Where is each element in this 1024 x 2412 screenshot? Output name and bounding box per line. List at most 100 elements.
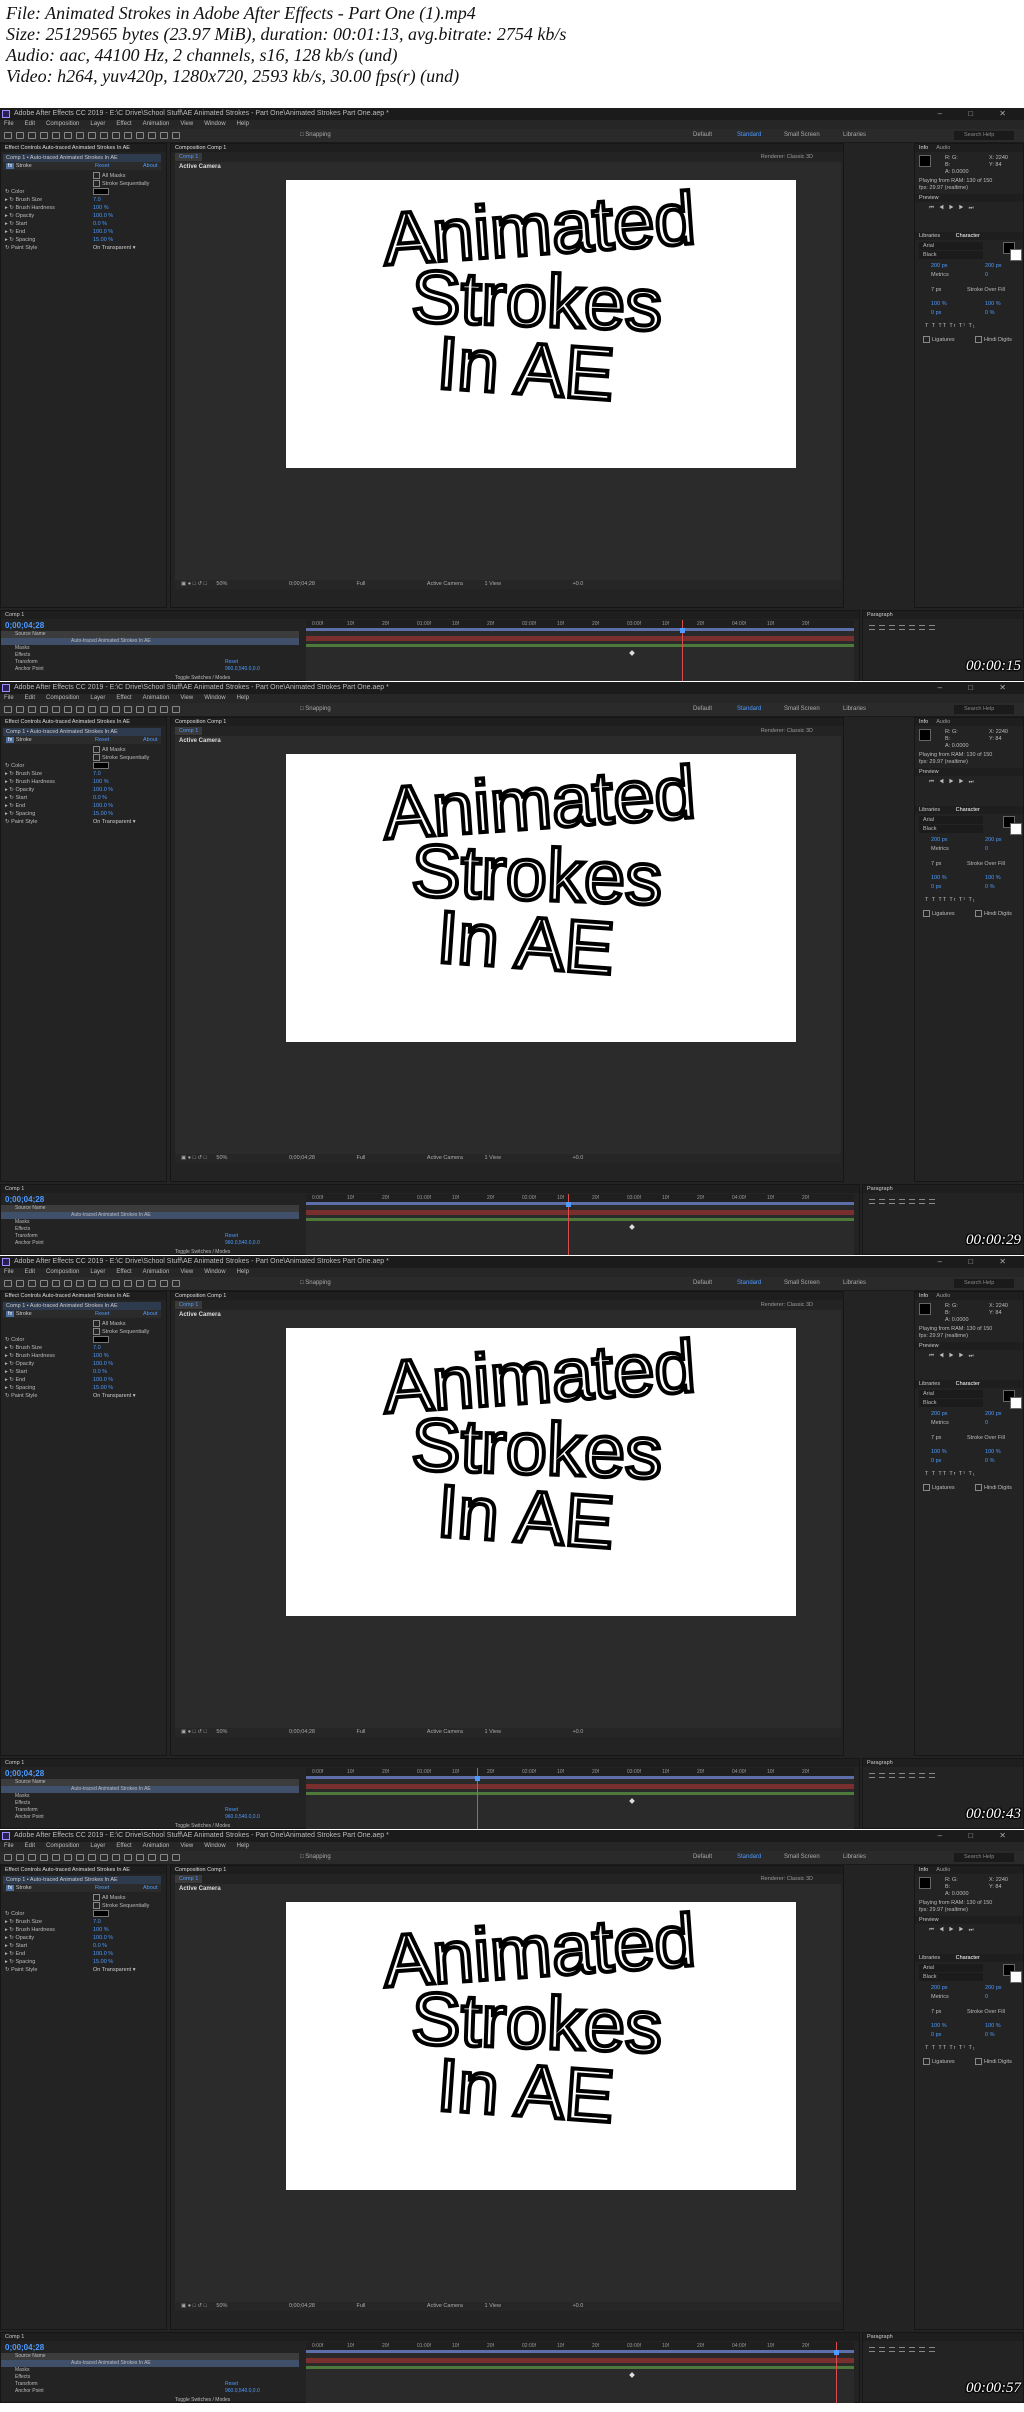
- playhead-handle-icon[interactable]: [566, 1202, 571, 1207]
- workspace-libraries[interactable]: Libraries: [843, 132, 866, 138]
- effect-reset-link[interactable]: Reset: [95, 1884, 109, 1892]
- align-right-icon[interactable]: [889, 2347, 895, 2352]
- menu-animation[interactable]: Animation: [143, 121, 170, 127]
- roto-tool-icon[interactable]: [160, 1280, 168, 1287]
- preview-controls[interactable]: ⏮◀▶▶⏭: [925, 1926, 1023, 1934]
- view-count-dropdown[interactable]: 1 View: [485, 1155, 501, 1161]
- clone-tool-icon[interactable]: [136, 706, 144, 713]
- align-left-icon[interactable]: [869, 2347, 875, 2352]
- timeline-tab[interactable]: Comp 1: [1, 611, 859, 619]
- effect-controls-tab[interactable]: Effect Controls Auto-traced Animated Str…: [1, 1292, 166, 1300]
- prop-value[interactable]: Reset: [225, 2381, 238, 2388]
- renderer-value[interactable]: Classic 3D: [787, 728, 813, 734]
- paint-style-dropdown[interactable]: On Transparent ▾: [93, 1966, 136, 1974]
- hand-tool-icon[interactable]: [28, 1280, 36, 1287]
- workspace-small-screen[interactable]: Small Screen: [784, 1854, 820, 1860]
- workspace-standard[interactable]: Standard: [737, 1280, 761, 1286]
- horz-scale-value[interactable]: 100 %: [981, 874, 1023, 882]
- align-center-icon[interactable]: [879, 1773, 885, 1778]
- align-right-icon[interactable]: [889, 1773, 895, 1778]
- font-style-dropdown[interactable]: Black: [919, 1399, 983, 1407]
- type-tool-icon[interactable]: [112, 132, 120, 139]
- workspace-libraries[interactable]: Libraries: [843, 706, 866, 712]
- justify-all-icon[interactable]: [929, 2347, 935, 2352]
- camera-tool-icon[interactable]: [64, 706, 72, 713]
- workspace-standard[interactable]: Standard: [737, 1854, 761, 1860]
- layer-row-selected[interactable]: Auto-traced Animated Strokes In AE: [1, 1786, 299, 1793]
- layer-duration-bar-2[interactable]: [306, 1218, 854, 1221]
- stroke-sequentially-checkbox[interactable]: Stroke Sequentially: [93, 180, 149, 188]
- character-tab[interactable]: Character: [956, 1381, 980, 1387]
- search-help-input[interactable]: Search Help: [954, 705, 1014, 714]
- menu-animation[interactable]: Animation: [143, 695, 170, 701]
- prop-value[interactable]: Reset: [225, 1807, 238, 1814]
- view-count-dropdown[interactable]: 1 View: [485, 581, 501, 587]
- paint-style-dropdown[interactable]: On Transparent ▾: [93, 244, 136, 252]
- layer-row-selected[interactable]: Auto-traced Animated Strokes In AE: [1, 1212, 299, 1219]
- tracking-value[interactable]: 0: [981, 1419, 1023, 1427]
- menu-help[interactable]: Help: [237, 1269, 249, 1275]
- viewer-timecode[interactable]: 0;00;04;28: [289, 581, 315, 587]
- selection-tool-icon[interactable]: [16, 706, 24, 713]
- camera-tool-icon[interactable]: [64, 132, 72, 139]
- zoom-tool-icon[interactable]: [40, 1280, 48, 1287]
- effect-controls-tab[interactable]: Effect Controls Auto-traced Animated Str…: [1, 144, 166, 152]
- layer-duration-bar[interactable]: [306, 2358, 854, 2363]
- quality-dropdown[interactable]: Full: [357, 1155, 366, 1161]
- preview-tab[interactable]: Preview: [915, 1342, 1023, 1350]
- table-row[interactable]: Masks: [1, 2367, 299, 2374]
- effect-reset-link[interactable]: Reset: [95, 1310, 109, 1318]
- view-count-dropdown[interactable]: 1 View: [485, 2303, 501, 2309]
- color-swatch[interactable]: [93, 1910, 109, 1918]
- time-ruler[interactable]: 0:00f 10f 20f 01:00f 10f 20f 02:00f 10f 20f 03:00…: [306, 1768, 854, 1776]
- menu-view[interactable]: View: [180, 1843, 193, 1849]
- selection-tool-icon[interactable]: [16, 1854, 24, 1861]
- composition-viewer[interactable]: Active Camera Animated Strokes In AE: [175, 1310, 841, 1728]
- menu-edit[interactable]: Edit: [25, 1843, 35, 1849]
- time-graph[interactable]: 0:00f 10f 20f 01:00f 10f 20f 02:00f 10f 20f 03:00…: [306, 1768, 854, 1829]
- effect-reset-link[interactable]: Reset: [95, 162, 109, 170]
- prop-brush-hardness-value[interactable]: 100 %: [93, 778, 109, 786]
- workspace-standard[interactable]: Standard: [737, 132, 761, 138]
- effect-about-link[interactable]: About: [143, 1310, 157, 1318]
- layer-row-selected[interactable]: Auto-traced Animated Strokes In AE: [1, 2360, 299, 2367]
- preview-tab[interactable]: Preview: [915, 194, 1023, 202]
- audio-tab[interactable]: Audio: [936, 719, 950, 725]
- stroke-color-swatch[interactable]: [1010, 823, 1022, 835]
- prop-brush-hardness-value[interactable]: 100 %: [93, 1352, 109, 1360]
- prop-brush-size-value[interactable]: 7.0: [93, 770, 101, 778]
- home-icon[interactable]: [4, 706, 12, 713]
- work-area-bar[interactable]: [306, 2350, 854, 2353]
- camera-tool-icon[interactable]: [64, 1854, 72, 1861]
- puppet-tool-icon[interactable]: [172, 706, 180, 713]
- menu-window[interactable]: Window: [204, 1269, 225, 1275]
- justify-right-icon[interactable]: [919, 1773, 925, 1778]
- brush-tool-icon[interactable]: [124, 1280, 132, 1287]
- menu-view[interactable]: View: [180, 121, 193, 127]
- table-row[interactable]: Masks: [1, 1219, 299, 1226]
- pan-behind-tool-icon[interactable]: [76, 1854, 84, 1861]
- zoom-tool-icon[interactable]: [40, 706, 48, 713]
- prop-opacity-value[interactable]: 100.0 %: [93, 786, 113, 794]
- character-tab[interactable]: Character: [956, 233, 980, 239]
- pen-tool-icon[interactable]: [100, 1280, 108, 1287]
- menu-file[interactable]: File: [4, 1269, 14, 1275]
- comp-sub-tab[interactable]: Comp 1: [175, 153, 203, 161]
- home-icon[interactable]: [4, 1280, 12, 1287]
- work-area-bar[interactable]: [306, 1202, 854, 1205]
- menu-edit[interactable]: Edit: [25, 121, 35, 127]
- timeline-tab[interactable]: Comp 1: [1, 1759, 859, 1767]
- preview-tab[interactable]: Preview: [915, 1916, 1023, 1924]
- selection-tool-icon[interactable]: [16, 132, 24, 139]
- style-buttons[interactable]: T T TT Tr T¹ T₁: [921, 1470, 1023, 1478]
- align-left-icon[interactable]: [869, 1199, 875, 1204]
- zoom-dropdown[interactable]: 50%: [216, 581, 227, 587]
- character-tab[interactable]: Character: [956, 1955, 980, 1961]
- prop-end-value[interactable]: 100.0 %: [93, 802, 113, 810]
- window-controls[interactable]: – □ ✕: [938, 108, 1018, 120]
- time-graph[interactable]: 0:00f 10f 20f 01:00f 10f 20f 02:00f 10f 20f 03:00…: [306, 620, 854, 681]
- selection-tool-icon[interactable]: [16, 1280, 24, 1287]
- font-style-dropdown[interactable]: Black: [919, 251, 983, 259]
- font-dropdown[interactable]: Arial: [919, 816, 983, 824]
- all-masks-checkbox[interactable]: All Masks: [93, 746, 126, 754]
